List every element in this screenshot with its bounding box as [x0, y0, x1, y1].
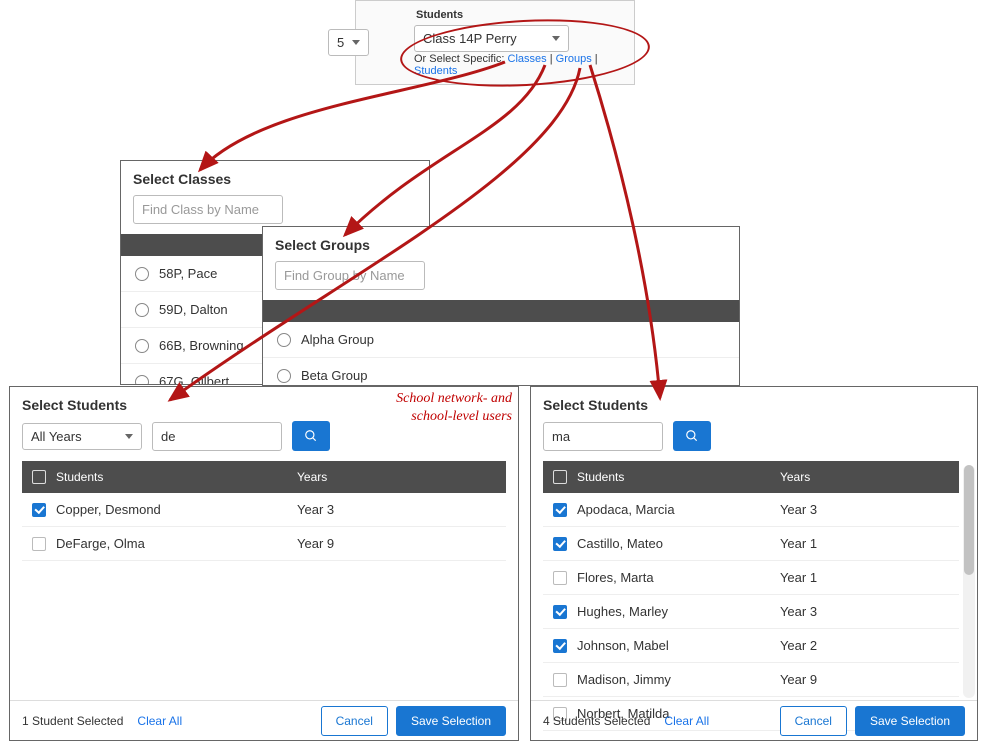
class-label: 58P, Pace [159, 266, 217, 281]
radio-icon [135, 375, 149, 386]
student-year: Year 3 [293, 502, 506, 517]
students-label: Students [416, 9, 463, 21]
student-name: Flores, Marta [577, 570, 654, 585]
students-right-status: 4 Students Selected [543, 714, 650, 728]
student-checkbox[interactable] [553, 639, 567, 653]
student-year: Year 3 [776, 502, 959, 517]
annotation-left: School network- andschool-level users [332, 390, 512, 426]
radio-icon [135, 303, 149, 317]
col-years: Years [776, 470, 959, 484]
scrollbar[interactable] [963, 465, 975, 698]
chevron-down-icon [125, 434, 133, 439]
save-selection-button[interactable]: Save Selection [855, 706, 965, 736]
student-year: Year 2 [776, 638, 959, 653]
student-name: Madison, Jimmy [577, 672, 671, 687]
student-row[interactable]: Madison, Jimmy Year 9 [543, 663, 959, 697]
cancel-button[interactable]: Cancel [780, 706, 847, 736]
class-label: 59D, Dalton [159, 302, 228, 317]
student-year: Year 1 [776, 570, 959, 585]
student-name: Hughes, Marley [577, 604, 668, 619]
col-students: Students [577, 470, 624, 484]
student-row[interactable]: Copper, Desmond Year 3 [22, 493, 506, 527]
scrollbar-thumb[interactable] [964, 465, 974, 575]
select-all-checkbox[interactable] [553, 470, 567, 484]
chevron-down-icon [352, 40, 360, 45]
group-option[interactable]: Alpha Group [263, 322, 739, 358]
student-checkbox[interactable] [553, 673, 567, 687]
student-name: Castillo, Mateo [577, 536, 663, 551]
col-students: Students [56, 470, 103, 484]
student-row[interactable]: Johnson, Mabel Year 2 [543, 629, 959, 663]
student-row[interactable]: Apodaca, Marcia Year 3 [543, 493, 959, 527]
students-right-title: Select Students [531, 387, 977, 421]
groups-header-bar [263, 300, 739, 322]
student-name: Apodaca, Marcia [577, 502, 675, 517]
find-group-input[interactable] [275, 261, 425, 290]
cancel-button[interactable]: Cancel [321, 706, 388, 736]
student-year: Year 3 [776, 604, 959, 619]
find-class-input[interactable] [133, 195, 283, 224]
student-checkbox[interactable] [553, 537, 567, 551]
students-left-search-button[interactable] [292, 421, 330, 451]
student-year: Year 9 [293, 536, 506, 551]
student-row[interactable]: Flores, Marta Year 1 [543, 561, 959, 595]
save-selection-button[interactable]: Save Selection [396, 706, 506, 736]
student-row[interactable]: DeFarge, Olma Year 9 [22, 527, 506, 561]
student-checkbox[interactable] [553, 571, 567, 585]
student-checkbox[interactable] [553, 605, 567, 619]
search-icon [304, 429, 318, 443]
radio-icon [277, 333, 291, 347]
students-left-search-input[interactable] [152, 422, 282, 451]
class-label: 66B, Browning [159, 338, 244, 353]
select-all-checkbox[interactable] [32, 470, 46, 484]
group-label: Alpha Group [301, 332, 374, 347]
student-checkbox[interactable] [32, 537, 46, 551]
page-size-dropdown[interactable]: 5 [328, 29, 369, 56]
students-left-status: 1 Student Selected [22, 714, 123, 728]
students-right-search-button[interactable] [673, 421, 711, 451]
search-icon [685, 429, 699, 443]
student-checkbox[interactable] [32, 503, 46, 517]
student-year: Year 9 [776, 672, 959, 687]
student-checkbox[interactable] [553, 503, 567, 517]
students-right-search-input[interactable] [543, 422, 663, 451]
student-row[interactable]: Castillo, Mateo Year 1 [543, 527, 959, 561]
radio-icon [277, 369, 291, 383]
radio-icon [135, 267, 149, 281]
student-row[interactable]: Hughes, Marley Year 3 [543, 595, 959, 629]
groups-title: Select Groups [263, 227, 739, 261]
class-label: 67G, Gilbert [159, 374, 229, 385]
student-name: DeFarge, Olma [56, 536, 145, 551]
student-year: Year 1 [776, 536, 959, 551]
student-name: Johnson, Mabel [577, 638, 669, 653]
student-name: Copper, Desmond [56, 502, 161, 517]
group-option[interactable]: Beta Group [263, 358, 739, 386]
col-years: Years [293, 470, 506, 484]
page-size-value: 5 [337, 35, 344, 50]
radio-icon [135, 339, 149, 353]
clear-all-link[interactable]: Clear All [664, 714, 709, 728]
group-label: Beta Group [301, 368, 368, 383]
years-dropdown[interactable]: All Years [22, 423, 142, 450]
classes-title: Select Classes [121, 161, 429, 195]
clear-all-link[interactable]: Clear All [137, 714, 182, 728]
